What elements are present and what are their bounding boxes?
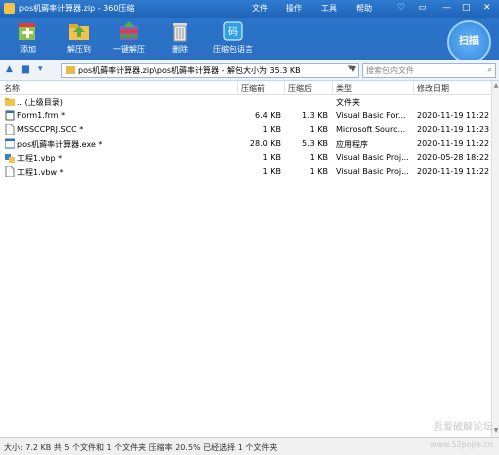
file-type: Visual Basic Proj...	[336, 153, 409, 162]
file-date: 2020-11-19 11:22	[417, 167, 490, 176]
address-bar[interactable]: pos机薅率计算器.zip\pos机薅率计算器 - 解包大小为 35.3 KB …	[61, 63, 359, 78]
file-size-after: 1 KB	[309, 167, 328, 176]
extract-to-label: 解压到	[67, 45, 91, 54]
list-item[interactable]: MSSCCPRJ.SCC * 1 KB 1 KB Microsoft Sourc…	[0, 123, 491, 137]
menu-tools[interactable]: 工具	[321, 3, 337, 14]
status-text: 大小: 7.2 KB 共 5 个文件和 1 个文件夹 压缩率 20.5% 已经选…	[4, 443, 278, 452]
window-title: pos机薅率计算器.zip - 360压缩	[19, 4, 135, 13]
file-size-after: 1.3 KB	[302, 111, 328, 120]
menu-operate[interactable]: 操作	[286, 3, 302, 14]
file-size-after: 1 KB	[309, 125, 328, 134]
delete-icon	[168, 20, 192, 42]
file-size-before: 1 KB	[262, 125, 281, 134]
archive-language-button[interactable]: 码 压缩包语言	[206, 20, 260, 55]
file-name: 工程1.vbw *	[17, 168, 64, 177]
extract-to-button[interactable]: 解压到	[54, 20, 104, 55]
folder-up-icon	[5, 98, 15, 106]
add-icon	[16, 20, 40, 42]
add-label: 添加	[20, 45, 36, 54]
file-type: Visual Basic For...	[336, 111, 406, 120]
title-bar: pos机薅率计算器.zip - 360压缩 文件 操作 工具 帮助 ♡ ▭ — …	[0, 0, 499, 18]
file-date: 2020-11-19 11:22	[417, 111, 490, 120]
file-size-after: 1 KB	[309, 153, 328, 162]
vb-form-icon	[5, 110, 15, 121]
file-size-before: 1 KB	[262, 153, 281, 162]
file-size-after: 5.3 KB	[302, 139, 328, 148]
scan-button[interactable]: 扫描	[447, 20, 491, 64]
file-type: Visual Basic Proj...	[336, 167, 409, 176]
archive-language-label: 压缩包语言	[213, 45, 253, 54]
file-date: 2020-05-28 18:22	[417, 153, 490, 162]
file-name: .. (上级目录)	[17, 98, 63, 107]
extract-to-icon	[67, 20, 91, 42]
file-name: Form1.frm *	[17, 111, 66, 120]
zip-icon	[66, 66, 75, 74]
archive-language-icon: 码	[221, 20, 245, 42]
view-dropdown-icon[interactable]: ▾	[38, 64, 43, 74]
scroll-up-icon[interactable]: ▲	[492, 82, 499, 89]
search-placeholder: 搜索包内文件	[366, 66, 414, 75]
list-item[interactable]: Form1.frm * 6.4 KB 1.3 KB Visual Basic F…	[0, 109, 491, 123]
vertical-scrollbar[interactable]: ▲ ▼	[491, 81, 499, 437]
heart-icon[interactable]: ♡	[397, 3, 405, 13]
file-date: 2020-11-19 11:22	[417, 139, 490, 148]
column-date[interactable]: 修改日期	[417, 83, 449, 94]
close-icon[interactable]: ✕	[483, 3, 491, 13]
file-size-before: 28.0 KB	[249, 139, 281, 148]
status-bar: 大小: 7.2 KB 共 5 个文件和 1 个文件夹 压缩率 20.5% 已经选…	[0, 437, 499, 455]
column-name[interactable]: 名称	[4, 83, 20, 94]
file-icon	[5, 124, 15, 135]
one-click-extract-label: 一键解压	[113, 45, 145, 54]
file-type: 应用程序	[336, 140, 368, 149]
column-before[interactable]: 压缩前	[241, 83, 265, 94]
delete-button[interactable]: 删除	[155, 20, 205, 55]
menu-help[interactable]: 帮助	[356, 3, 372, 14]
file-name: pos机薅率计算器.exe *	[17, 140, 103, 149]
toolbar: 添加 解压到 一键解压 删除 码 压缩包语言	[0, 18, 499, 60]
list-item[interactable]: 工程1.vbp * 1 KB 1 KB Visual Basic Proj...…	[0, 151, 491, 165]
scroll-down-icon[interactable]: ▼	[492, 427, 499, 434]
file-type: 文件夹	[336, 98, 360, 107]
column-type[interactable]: 类型	[336, 83, 352, 94]
one-click-extract-icon	[117, 20, 141, 42]
list-item[interactable]: pos机薅率计算器.exe * 28.0 KB 5.3 KB 应用程序 2020…	[0, 137, 491, 151]
history-dropdown-icon[interactable]: ▾	[348, 63, 353, 73]
file-size-before: 1 KB	[262, 167, 281, 176]
minimize-icon[interactable]: —	[442, 3, 451, 13]
add-button[interactable]: 添加	[3, 20, 53, 55]
search-input[interactable]: 搜索包内文件 ⌕	[362, 63, 496, 78]
column-header: 名称 压缩前 压缩后 类型 修改日期	[0, 81, 499, 95]
file-date: 2020-11-19 11:23	[417, 125, 490, 134]
file-name: MSSCCPRJ.SCC *	[17, 125, 84, 134]
delete-label: 删除	[172, 45, 188, 54]
maximize-icon[interactable]: □	[462, 3, 471, 13]
file-size-before: 6.4 KB	[255, 111, 281, 120]
watermark-title: 吾爱破解论坛	[433, 422, 493, 433]
exe-icon	[5, 138, 15, 149]
up-arrow-icon[interactable]: ▲	[6, 64, 13, 74]
address-row: ▲ ▆ ▾ pos机薅率计算器.zip\pos机薅率计算器 - 解包大小为 35…	[0, 60, 499, 81]
vb-project-icon	[5, 154, 15, 163]
file-name: 工程1.vbp *	[17, 154, 63, 163]
list-item[interactable]: 工程1.vbw * 1 KB 1 KB Visual Basic Proj...…	[0, 165, 491, 179]
one-click-extract-button[interactable]: 一键解压	[104, 20, 154, 55]
archive-language-glyph: 码	[228, 26, 238, 38]
app-icon	[4, 3, 15, 14]
watermark-url: www.52pojie.cn	[430, 440, 493, 449]
address-path: pos机薅率计算器.zip\pos机薅率计算器 - 解包大小为 35.3 KB	[78, 66, 301, 75]
menu-file[interactable]: 文件	[252, 3, 268, 14]
skin-icon[interactable]: ▭	[418, 3, 427, 13]
column-after[interactable]: 压缩后	[288, 83, 312, 94]
view-icon[interactable]: ▆	[22, 64, 29, 74]
list-item[interactable]: .. (上级目录) 文件夹	[0, 95, 491, 109]
file-icon	[5, 166, 15, 177]
search-icon[interactable]: ⌕	[488, 65, 492, 75]
file-type: Microsoft Sourc...	[336, 125, 406, 134]
